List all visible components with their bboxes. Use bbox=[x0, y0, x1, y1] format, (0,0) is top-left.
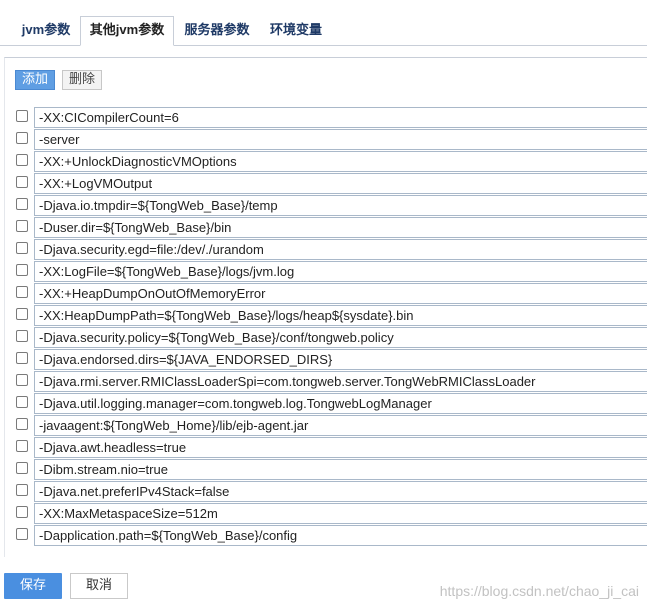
row-checkbox[interactable] bbox=[16, 110, 28, 122]
param-row bbox=[0, 525, 647, 547]
param-row bbox=[0, 239, 647, 261]
param-row bbox=[0, 459, 647, 481]
param-input[interactable] bbox=[34, 195, 647, 216]
param-input[interactable] bbox=[34, 525, 647, 546]
tab-jvm-params[interactable]: jvm参数 bbox=[14, 17, 78, 45]
param-input[interactable] bbox=[34, 283, 647, 304]
param-row bbox=[0, 415, 647, 437]
add-button[interactable]: 添加 bbox=[15, 70, 55, 90]
param-input[interactable] bbox=[34, 217, 647, 238]
param-row bbox=[0, 151, 647, 173]
tab-bar: jvm参数 其他jvm参数 服务器参数 环境变量 bbox=[0, 13, 647, 46]
row-checkbox[interactable] bbox=[16, 198, 28, 210]
param-input[interactable] bbox=[34, 459, 647, 480]
param-input[interactable] bbox=[34, 327, 647, 348]
row-checkbox[interactable] bbox=[16, 242, 28, 254]
param-input[interactable] bbox=[34, 437, 647, 458]
param-input[interactable] bbox=[34, 371, 647, 392]
tab-other-jvm-params[interactable]: 其他jvm参数 bbox=[80, 16, 174, 46]
param-row bbox=[0, 393, 647, 415]
row-checkbox[interactable] bbox=[16, 220, 28, 232]
param-row bbox=[0, 503, 647, 525]
param-input[interactable] bbox=[34, 129, 647, 150]
param-input[interactable] bbox=[34, 349, 647, 370]
param-row bbox=[0, 349, 647, 371]
param-input[interactable] bbox=[34, 415, 647, 436]
row-checkbox[interactable] bbox=[16, 528, 28, 540]
param-row bbox=[0, 195, 647, 217]
row-checkbox[interactable] bbox=[16, 132, 28, 144]
param-row bbox=[0, 107, 647, 129]
save-button[interactable]: 保存 bbox=[4, 573, 62, 599]
param-input[interactable] bbox=[34, 503, 647, 524]
row-checkbox[interactable] bbox=[16, 352, 28, 364]
param-input[interactable] bbox=[34, 151, 647, 172]
tab-server-params[interactable]: 服务器参数 bbox=[176, 17, 258, 45]
param-input[interactable] bbox=[34, 305, 647, 326]
cancel-button[interactable]: 取消 bbox=[70, 573, 128, 599]
row-checkbox[interactable] bbox=[16, 374, 28, 386]
param-row bbox=[0, 173, 647, 195]
param-row bbox=[0, 305, 647, 327]
watermark-text: https://blog.csdn.net/chao_ji_cai bbox=[439, 583, 639, 599]
row-checkbox[interactable] bbox=[16, 308, 28, 320]
tab-env-vars[interactable]: 环境变量 bbox=[262, 17, 330, 45]
param-row bbox=[0, 371, 647, 393]
param-input[interactable] bbox=[34, 481, 647, 502]
param-input[interactable] bbox=[34, 261, 647, 282]
row-checkbox[interactable] bbox=[16, 506, 28, 518]
row-checkbox[interactable] bbox=[16, 418, 28, 430]
param-input[interactable] bbox=[34, 107, 647, 128]
row-checkbox[interactable] bbox=[16, 176, 28, 188]
param-row bbox=[0, 261, 647, 283]
row-checkbox[interactable] bbox=[16, 396, 28, 408]
row-checkbox[interactable] bbox=[16, 286, 28, 298]
param-row bbox=[0, 217, 647, 239]
param-row bbox=[0, 283, 647, 305]
param-row bbox=[0, 437, 647, 459]
delete-button[interactable]: 删除 bbox=[62, 70, 102, 90]
param-row bbox=[0, 327, 647, 349]
param-input[interactable] bbox=[34, 393, 647, 414]
param-row bbox=[0, 129, 647, 151]
row-checkbox[interactable] bbox=[16, 264, 28, 276]
row-checkbox[interactable] bbox=[16, 154, 28, 166]
row-checkbox[interactable] bbox=[16, 462, 28, 474]
param-row bbox=[0, 481, 647, 503]
row-checkbox[interactable] bbox=[16, 330, 28, 342]
row-checkbox[interactable] bbox=[16, 484, 28, 496]
row-checkbox[interactable] bbox=[16, 440, 28, 452]
param-input[interactable] bbox=[34, 239, 647, 260]
param-input[interactable] bbox=[34, 173, 647, 194]
